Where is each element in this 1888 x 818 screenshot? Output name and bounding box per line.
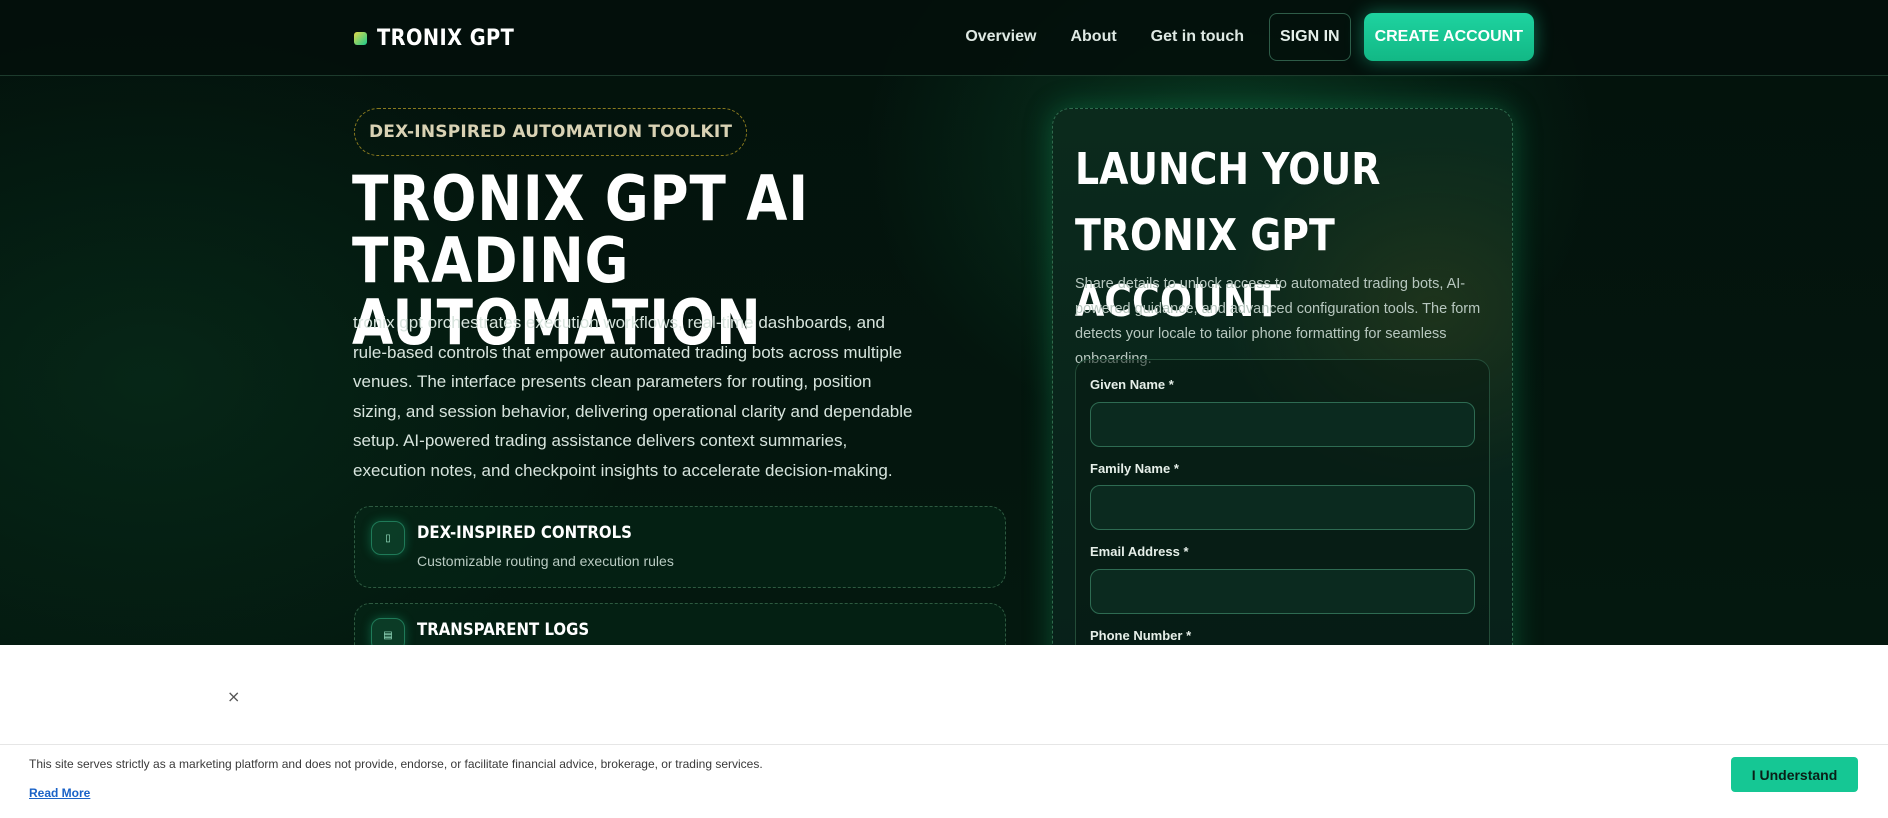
feature-card-logs: ▤ TRANSPARENT LOGS xyxy=(354,603,1006,645)
feature-card-controls: ▯ DEX-INSPIRED CONTROLS Customizable rou… xyxy=(354,506,1006,588)
controls-icon: ▯ xyxy=(371,521,405,555)
hero-badge: DEX-INSPIRED AUTOMATION TOOLKIT xyxy=(354,108,748,156)
nav-get-in-touch[interactable]: Get in touch xyxy=(1151,28,1244,46)
phone-label: Phone Number * xyxy=(1090,628,1192,643)
nav-overview[interactable]: Overview xyxy=(965,28,1036,46)
create-account-button[interactable]: CREATE ACCOUNT xyxy=(1363,13,1534,61)
feature-title: TRANSPARENT LOGS xyxy=(417,620,590,640)
cookie-divider xyxy=(0,744,1888,745)
nav-about[interactable]: About xyxy=(1070,28,1116,46)
brand-name: TRONIX GPT xyxy=(377,25,515,51)
family-name-input[interactable] xyxy=(1090,485,1475,530)
close-icon[interactable]: × xyxy=(227,687,240,706)
brand-icon xyxy=(354,31,367,45)
hero-description: tronix gpt orchestrates execution workfl… xyxy=(353,313,913,480)
sign-in-button[interactable]: SIGN IN xyxy=(1269,13,1351,61)
brand-logo[interactable]: TRONIX GPT xyxy=(354,24,533,52)
feature-subtitle: Customizable routing and execution rules xyxy=(417,553,674,569)
signup-form: Given Name * Family Name * Email Address… xyxy=(1075,359,1490,645)
email-label: Email Address * xyxy=(1090,544,1189,559)
site-header: TRONIX GPT Overview About Get in touch S… xyxy=(0,0,1888,76)
main-nav: Overview About Get in touch SIGN IN CREA… xyxy=(965,13,1534,61)
cookie-notice-text: This site serves strictly as a marketing… xyxy=(29,757,763,771)
given-name-input[interactable] xyxy=(1090,402,1475,447)
signup-card: LAUNCH YOUR TRONIX GPT ACCOUNT Share det… xyxy=(1052,108,1513,645)
i-understand-button[interactable]: I Understand xyxy=(1731,757,1858,792)
signup-description: Share details to unlock access to automa… xyxy=(1075,276,1481,367)
email-input[interactable] xyxy=(1090,569,1475,614)
read-more-link[interactable]: Read More xyxy=(29,786,90,800)
cookie-banner: × This site serves strictly as a marketi… xyxy=(0,645,1888,818)
logs-icon: ▤ xyxy=(371,618,405,645)
feature-title: DEX-INSPIRED CONTROLS xyxy=(417,523,632,543)
landing-page: TRONIX GPT Overview About Get in touch S… xyxy=(0,0,1888,645)
given-name-label: Given Name * xyxy=(1090,377,1174,392)
family-name-label: Family Name * xyxy=(1090,461,1179,476)
